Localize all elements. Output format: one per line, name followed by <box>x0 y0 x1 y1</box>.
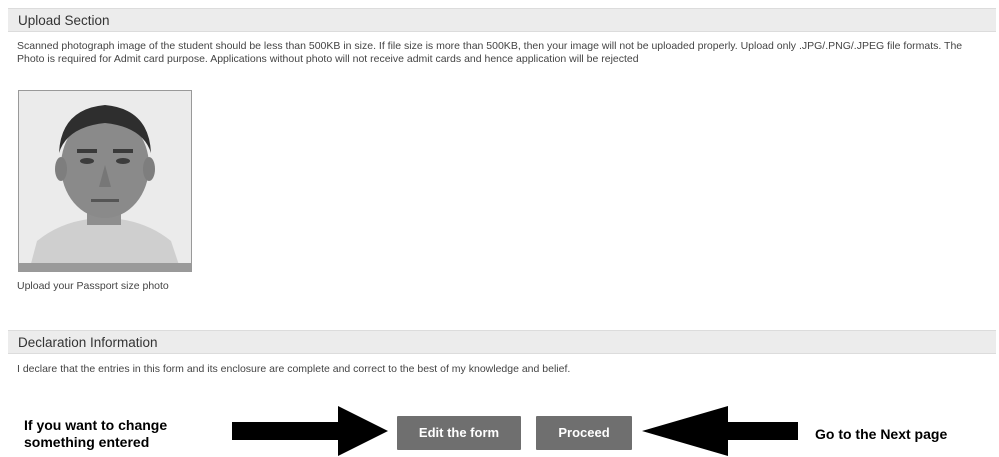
next-page-annotation: Go to the Next page <box>815 426 948 442</box>
proceed-button[interactable]: Proceed <box>536 416 632 450</box>
student-photo-image <box>19 91 191 271</box>
photo-upload-caption: Upload your Passport size photo <box>17 280 169 292</box>
left-pointing-arrow-icon <box>642 406 798 456</box>
upload-section-header: Upload Section <box>8 8 996 32</box>
declaration-section-header: Declaration Information <box>8 330 996 354</box>
edit-form-button[interactable]: Edit the form <box>397 416 521 450</box>
edit-hint-annotation: If you want to change something entered <box>24 417 168 450</box>
passport-photo[interactable] <box>18 90 192 272</box>
upload-instructions: Scanned photograph image of the student … <box>17 40 963 65</box>
right-pointing-arrow-icon <box>232 406 388 456</box>
declaration-text: I declare that the entries in this form … <box>17 363 571 375</box>
